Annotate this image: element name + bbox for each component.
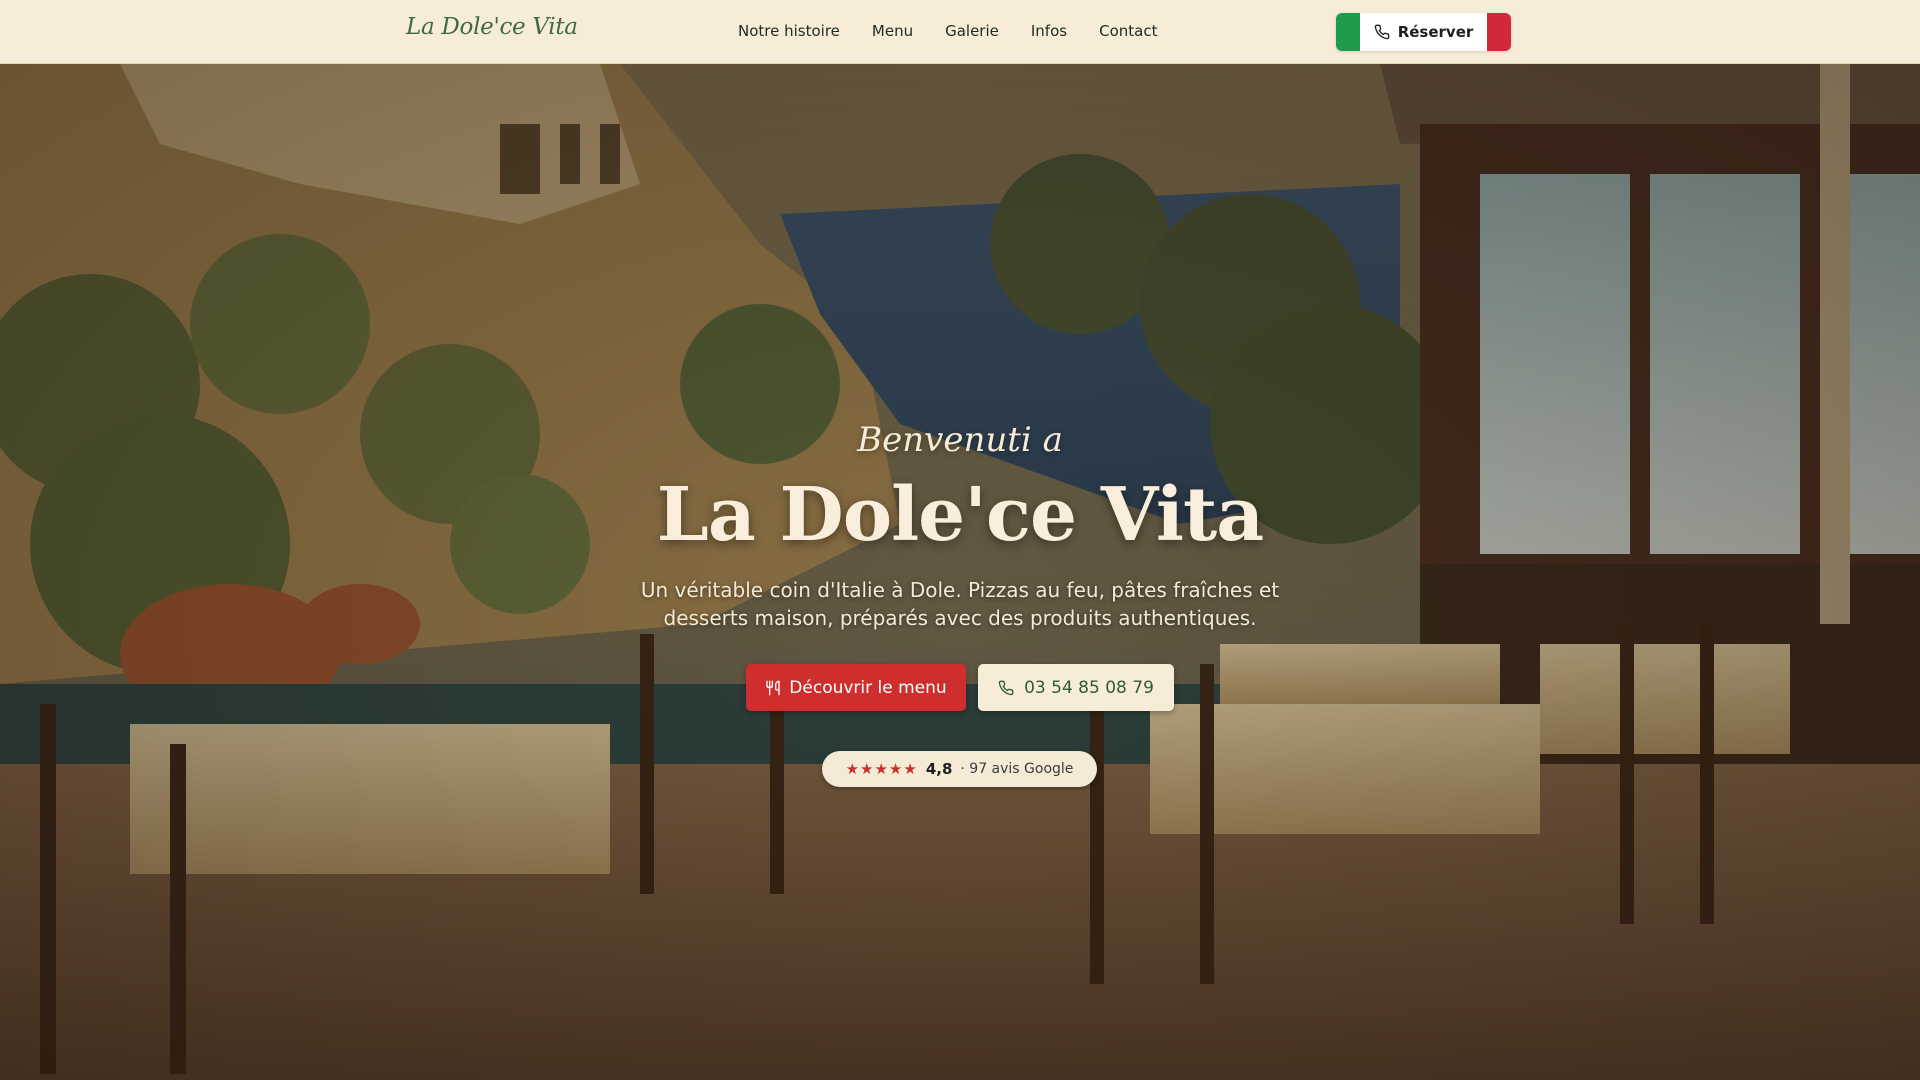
nav-link-histoire[interactable]: Notre histoire: [738, 22, 840, 40]
phone-icon: [1374, 24, 1390, 40]
site-logo[interactable]: La Dole'ce Vita: [406, 14, 578, 40]
hero-subtitle: Un véritable coin d'Italie à Dole. Pizza…: [640, 578, 1280, 630]
hero-cta-row: Découvrir le menu 03 54 85 08 79: [746, 664, 1174, 711]
flag-stripe-red: [1487, 13, 1511, 51]
reserve-label: Réserver: [1397, 23, 1474, 41]
reserve-button[interactable]: Réserver: [1336, 13, 1511, 51]
rating-reviews: · 97 avis Google: [960, 761, 1074, 777]
reserve-button-body[interactable]: Réserver: [1360, 13, 1487, 51]
call-phone-button[interactable]: 03 54 85 08 79: [978, 664, 1174, 711]
hero-section: Benvenuti a La Dole'ce Vita Un véritable…: [0, 64, 1920, 1080]
nav-link-galerie[interactable]: Galerie: [945, 22, 999, 40]
hero-welcome: Benvenuti a: [857, 420, 1063, 460]
hero-title: La Dole'ce Vita: [656, 472, 1264, 558]
flag-stripe-green: [1336, 13, 1360, 51]
rating-stars-icon: ★★★★★: [845, 760, 918, 778]
nav-link-contact[interactable]: Contact: [1099, 22, 1157, 40]
phone-number-label: 03 54 85 08 79: [1024, 677, 1154, 698]
phone-icon: [998, 680, 1014, 695]
utensils-icon: [766, 680, 780, 695]
google-rating-badge[interactable]: ★★★★★ 4,8 · 97 avis Google: [822, 751, 1097, 787]
nav-link-infos[interactable]: Infos: [1031, 22, 1067, 40]
main-nav: Notre histoire Menu Galerie Infos Contac…: [738, 22, 1157, 40]
discover-menu-button[interactable]: Découvrir le menu: [746, 664, 966, 711]
nav-link-menu[interactable]: Menu: [872, 22, 913, 40]
site-header: La Dole'ce Vita Notre histoire Menu Gale…: [0, 0, 1920, 64]
discover-menu-label: Découvrir le menu: [789, 677, 947, 698]
hero-content: Benvenuti a La Dole'ce Vita Un véritable…: [0, 64, 1920, 1080]
rating-score: 4,8: [925, 760, 953, 778]
